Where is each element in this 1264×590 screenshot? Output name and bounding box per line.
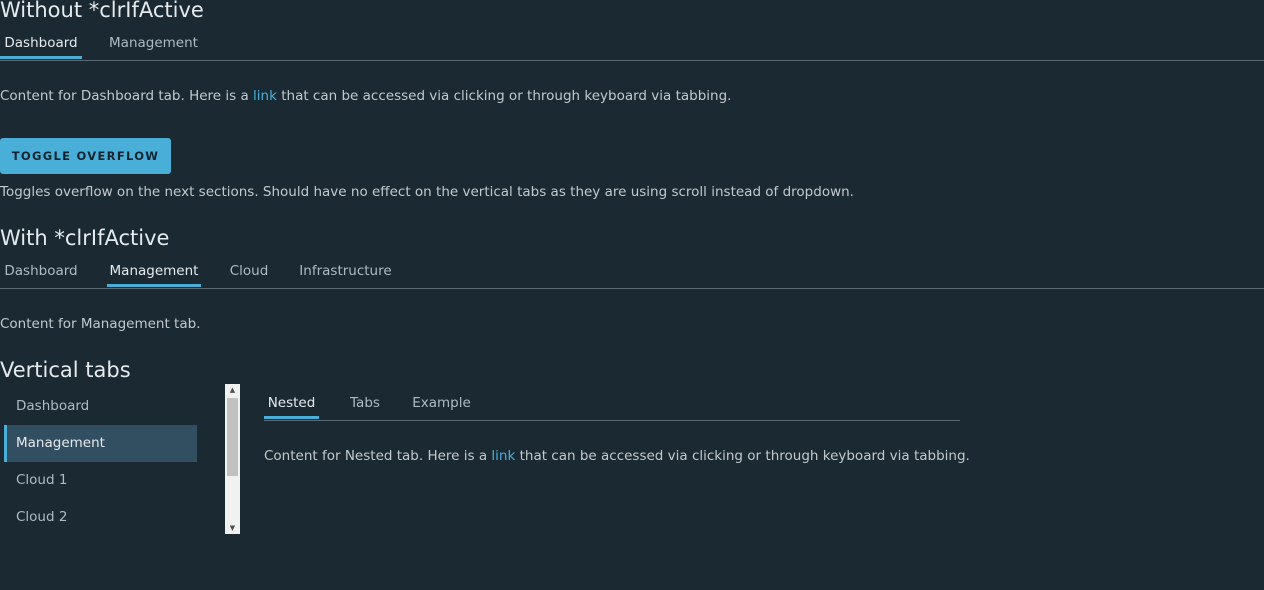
- toggle-overflow-button[interactable]: TOGGLE OVERFLOW: [0, 138, 171, 174]
- content-text-after: that can be accessed via clicking or thr…: [276, 88, 732, 104]
- scrollbar-thumb[interactable]: [227, 398, 238, 476]
- tab-management[interactable]: Management: [106, 30, 201, 58]
- vertical-tabs-scrollbar[interactable]: ▲ ▼: [225, 384, 240, 534]
- nested-tab-content: Content for Nested tab. Here is a link t…: [264, 448, 970, 464]
- toggle-description: Toggles overflow on the next sections. S…: [0, 184, 854, 200]
- section-title-without-clrifactive: Without *clrIfActive: [0, 0, 204, 22]
- content-text-after: that can be accessed via clicking or thr…: [515, 448, 970, 464]
- tabbar-without-clrifactive: Dashboard Management: [0, 30, 1264, 61]
- scroll-down-arrow-icon[interactable]: ▼: [225, 522, 240, 534]
- tab-infrastructure[interactable]: Infrastructure: [298, 258, 393, 286]
- content-link[interactable]: link: [253, 88, 277, 104]
- tabbar-with-clrifactive: Dashboard Management Cloud Infrastructur…: [0, 258, 1264, 289]
- tab-nested[interactable]: Nested: [264, 390, 319, 419]
- vertical-tab-cloud-2[interactable]: Cloud 2: [4, 499, 197, 536]
- content-link[interactable]: link: [491, 448, 515, 464]
- section-title-with-clrifactive: With *clrIfActive: [0, 226, 170, 250]
- tab-dashboard[interactable]: Dashboard: [0, 258, 82, 286]
- section-title-vertical-tabs: Vertical tabs: [0, 358, 131, 382]
- content-text-before: Content for Nested tab. Here is a: [264, 448, 492, 464]
- dashboard-tab-content: Content for Dashboard tab. Here is a lin…: [0, 88, 731, 104]
- scroll-up-arrow-icon[interactable]: ▲: [225, 384, 240, 396]
- tab-example[interactable]: Example: [410, 390, 473, 418]
- vertical-tab-dashboard[interactable]: Dashboard: [4, 388, 197, 425]
- vertical-tab-management[interactable]: Management: [4, 425, 197, 462]
- tab-cloud[interactable]: Cloud: [226, 258, 272, 286]
- tab-dashboard[interactable]: Dashboard: [0, 30, 82, 59]
- tab-management[interactable]: Management: [107, 258, 201, 287]
- management-tab-content: Content for Management tab.: [0, 316, 201, 332]
- vertical-tab-cloud-1[interactable]: Cloud 1: [4, 462, 197, 499]
- content-text-before: Content for Dashboard tab. Here is a: [0, 88, 254, 104]
- nested-tabbar: Nested Tabs Example: [264, 390, 960, 421]
- vertical-tab-items: Dashboard Management Cloud 1 Cloud 2: [4, 388, 197, 536]
- tab-tabs[interactable]: Tabs: [344, 390, 386, 418]
- vertical-tab-list: Dashboard Management Cloud 1 Cloud 2: [0, 384, 240, 534]
